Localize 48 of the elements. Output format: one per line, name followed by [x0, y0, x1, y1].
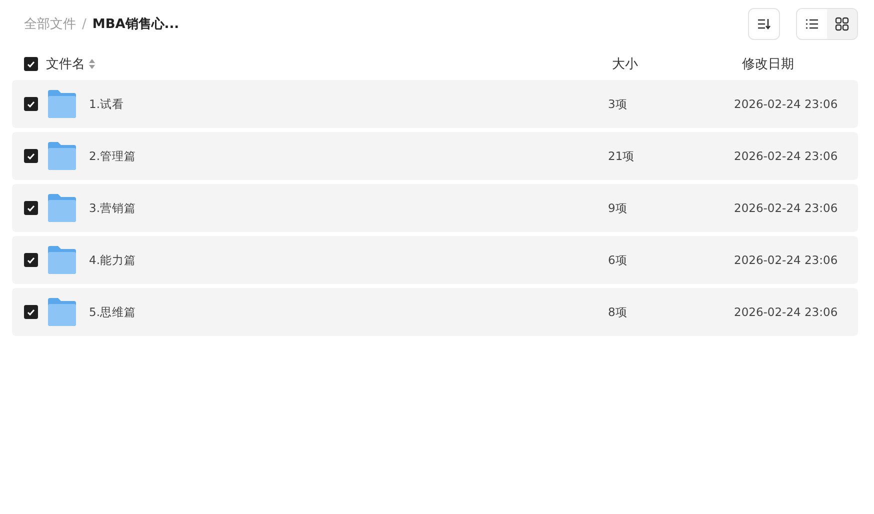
modified-date: 2026-02-24 23:06 — [734, 305, 838, 319]
folder-icon — [47, 298, 77, 326]
folder-icon — [47, 194, 77, 222]
grid-icon — [835, 17, 849, 31]
file-name[interactable]: 2.管理篇 — [89, 148, 136, 164]
folder-row[interactable]: 5.思维篇 8项 2026-02-24 23:06 — [12, 288, 858, 336]
folder-row[interactable]: 2.管理篇 21项 2026-02-24 23:06 — [12, 132, 858, 180]
row-checkbox[interactable] — [24, 149, 38, 163]
breadcrumb-separator: / — [82, 16, 86, 32]
list-view-button[interactable] — [797, 9, 827, 39]
modified-date: 2026-02-24 23:06 — [734, 97, 838, 111]
sort-button[interactable] — [748, 8, 780, 40]
row-checkbox[interactable] — [24, 97, 38, 111]
checkmark-icon — [27, 60, 35, 68]
folder-row[interactable]: 1.试看 3项 2026-02-24 23:06 — [12, 80, 858, 128]
item-count: 9项 — [608, 200, 628, 216]
column-header[interactable]: 文件名 — [46, 55, 85, 73]
column-header: 大小 — [611, 56, 639, 73]
folder-row[interactable]: 3.营销篇 9项 2026-02-24 23:06 — [12, 184, 858, 232]
breadcrumb-link[interactable]: MBA销售心... — [92, 15, 180, 33]
select-all-checkbox[interactable] — [24, 57, 38, 71]
file-name[interactable]: 1.试看 — [89, 96, 124, 112]
row-checkbox[interactable] — [24, 253, 38, 267]
row-checkbox[interactable] — [24, 305, 38, 319]
checkmark-icon — [27, 256, 35, 264]
sort-icon[interactable] — [89, 59, 95, 69]
sort-icon — [757, 18, 771, 30]
folder-icon — [47, 142, 77, 170]
file-name[interactable]: 4.能力篇 — [89, 252, 136, 268]
item-count: 8项 — [608, 304, 628, 320]
column-header: 修改日期 — [741, 56, 794, 73]
checkmark-icon — [27, 100, 35, 108]
item-count: 21项 — [608, 148, 636, 164]
folder-icon — [47, 246, 77, 274]
row-checkbox[interactable] — [24, 201, 38, 215]
list-icon — [805, 18, 819, 30]
item-count: 6项 — [608, 252, 628, 268]
checkmark-icon — [27, 308, 35, 316]
folder-row[interactable]: 4.能力篇 6项 2026-02-24 23:06 — [12, 236, 858, 284]
file-name[interactable]: 3.营销篇 — [89, 200, 136, 216]
folder-icon — [47, 90, 77, 118]
modified-date: 2026-02-24 23:06 — [734, 149, 838, 163]
file-name[interactable]: 5.思维篇 — [89, 304, 136, 320]
modified-date: 2026-02-24 23:06 — [734, 253, 838, 267]
checkmark-icon — [27, 152, 35, 160]
checkmark-icon — [27, 204, 35, 212]
modified-date: 2026-02-24 23:06 — [734, 201, 838, 215]
item-count: 3项 — [608, 96, 628, 112]
